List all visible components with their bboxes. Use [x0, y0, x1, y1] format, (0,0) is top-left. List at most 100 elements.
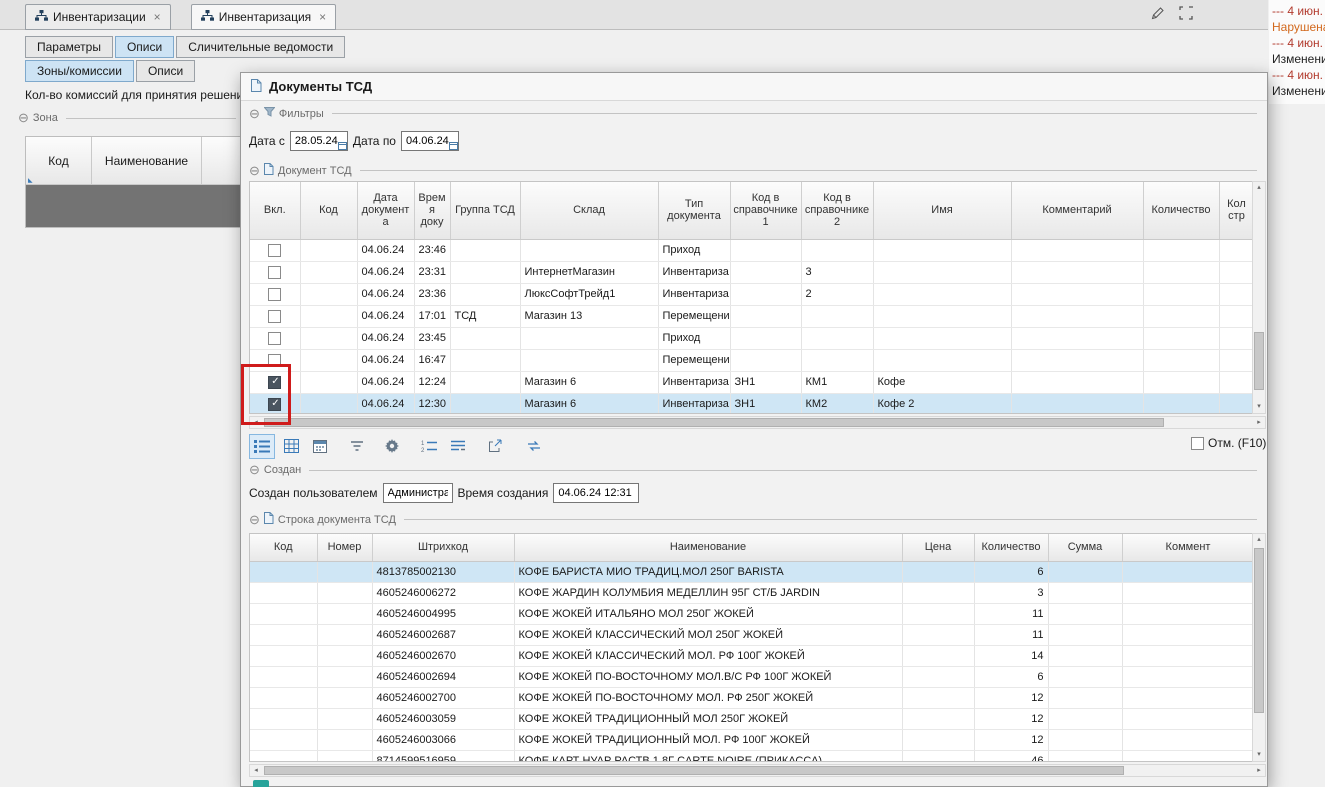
cell-qty: 12 [974, 708, 1048, 729]
doc-row[interactable]: 04.06.24 23:46 Приход [250, 239, 1253, 261]
doc-row[interactable]: 04.06.24 17:01 ТСД Магазин 13 Перемещени [250, 305, 1253, 327]
doc-row[interactable]: 04.06.24 12:24 Магазин 6 Инвентариза ЗН1… [250, 371, 1253, 393]
calendar-button[interactable] [307, 434, 333, 459]
doc-column-header[interactable]: Вкл. [250, 182, 300, 239]
line-row[interactable]: 4605246002670 КОФЕ ЖОКЕЙ КЛАССИЧЕСКИЙ МО… [250, 645, 1253, 666]
scroll-up-icon[interactable]: ▴ [1253, 182, 1265, 194]
doc-column-header[interactable]: Имя [873, 182, 1011, 239]
row-include-checkbox[interactable] [268, 332, 281, 345]
maximize-icon[interactable] [1179, 6, 1193, 24]
settings-gear-button[interactable] [379, 434, 405, 459]
cell-comment [1011, 283, 1143, 305]
row-include-checkbox[interactable] [268, 310, 281, 323]
list-filter-button[interactable] [445, 434, 471, 459]
lines-column-header[interactable]: Сумма [1048, 534, 1122, 561]
nav-tab[interactable]: Зоны/комиссии [25, 60, 134, 82]
scroll-left-icon[interactable]: ◂ [250, 765, 262, 776]
doc-column-header[interactable]: Код [300, 182, 357, 239]
nav-tab[interactable]: Описи [115, 36, 174, 58]
zone-column-header[interactable]: Код [26, 137, 92, 185]
scroll-down-icon[interactable]: ▾ [1253, 401, 1265, 413]
row-include-checkbox[interactable] [268, 288, 281, 301]
scroll-right-icon[interactable]: ▸ [1253, 417, 1265, 428]
scroll-right-icon[interactable]: ▸ [1253, 765, 1265, 776]
collapse-icon[interactable]: ⊖ [249, 165, 260, 177]
scroll-down-icon[interactable]: ▾ [1253, 749, 1265, 761]
lines-column-header[interactable]: Номер [317, 534, 372, 561]
tab-close-icon[interactable]: × [154, 10, 161, 24]
collapse-icon[interactable]: ⊖ [249, 514, 260, 526]
scroll-up-icon[interactable]: ▴ [1253, 534, 1265, 546]
cell-doc-type: Инвентариза [658, 371, 730, 393]
calendar-picker-icon[interactable] [338, 141, 347, 150]
scrollbar-thumb[interactable] [1254, 332, 1264, 390]
doc-column-header[interactable]: Дата документа [357, 182, 414, 239]
doc-row[interactable]: 04.06.24 12:30 Магазин 6 Инвентариза ЗН1… [250, 393, 1253, 414]
doc-table-vscrollbar[interactable]: ▴ ▾ [1252, 181, 1266, 414]
nav-tab[interactable]: Сличительные ведомости [176, 36, 345, 58]
line-row[interactable]: 4605246003066 КОФЕ ЖОКЕЙ ТРАДИЦИОННЫЙ МО… [250, 729, 1253, 750]
zone-table: Код Наименование [25, 136, 241, 228]
doc-column-header[interactable]: Кол стр [1219, 182, 1253, 239]
row-include-checkbox[interactable] [268, 266, 281, 279]
lines-column-header[interactable]: Цена [902, 534, 974, 561]
doc-column-header[interactable]: Код в справочнике 1 [730, 182, 801, 239]
scrollbar-thumb[interactable] [264, 418, 1164, 427]
refresh-button[interactable] [521, 434, 547, 459]
doc-column-header[interactable]: Склад [520, 182, 658, 239]
mark-f10-checkbox[interactable] [1191, 437, 1204, 450]
cell-code [250, 624, 317, 645]
nav-tab[interactable]: Параметры [25, 36, 113, 58]
collapse-icon[interactable]: ⊖ [18, 112, 29, 124]
line-row[interactable]: 4605246002694 КОФЕ ЖОКЕЙ ПО-ВОСТОЧНОМУ М… [250, 666, 1253, 687]
zone-column-header[interactable]: Наименование [92, 137, 202, 185]
lines-table-hscrollbar[interactable]: ◂ ▸ [249, 764, 1266, 777]
line-row[interactable]: 4605246003059 КОФЕ ЖОКЕЙ ТРАДИЦИОННЫЙ МО… [250, 708, 1253, 729]
doc-column-header[interactable]: Группа ТСД [450, 182, 520, 239]
line-row[interactable]: 4605246006272 КОФЕ ЖАРДИН КОЛУМБИЯ МЕДЕЛ… [250, 582, 1253, 603]
doc-table-hscrollbar[interactable]: ◂ ▸ [249, 416, 1266, 429]
window-tab[interactable]: Инвентаризации × [25, 4, 171, 30]
doc-column-header[interactable]: Время доку [414, 182, 450, 239]
scrollbar-thumb[interactable] [264, 766, 1124, 775]
collapse-icon[interactable]: ⊖ [249, 108, 260, 120]
lines-column-header[interactable]: Наименование [514, 534, 902, 561]
doc-column-header[interactable]: Код в справочнике 2 [801, 182, 873, 239]
lines-column-header[interactable]: Штрихкод [372, 534, 514, 561]
doc-row[interactable]: 04.06.24 23:31 ИнтернетМагазин Инвентари… [250, 261, 1253, 283]
doc-column-header[interactable]: Количество [1143, 182, 1219, 239]
lines-column-header[interactable]: Коммент [1122, 534, 1253, 561]
line-row[interactable]: 4605246002687 КОФЕ ЖОКЕЙ КЛАССИЧЕСКИЙ МО… [250, 624, 1253, 645]
collapse-icon[interactable]: ⊖ [249, 464, 260, 476]
cell-barcode: 4605246006272 [372, 582, 514, 603]
lines-column-header[interactable]: Количество [974, 534, 1048, 561]
open-external-button[interactable] [482, 434, 508, 459]
doc-row[interactable]: 04.06.24 23:36 ЛюксСофтТрейд1 Инвентариз… [250, 283, 1253, 305]
lines-table-vscrollbar[interactable]: ▴ ▾ [1252, 533, 1266, 762]
calendar-picker-icon[interactable] [449, 141, 458, 150]
row-include-checkbox[interactable] [268, 244, 281, 257]
lines-column-header[interactable]: Код [250, 534, 317, 561]
created-by-input[interactable] [383, 483, 453, 503]
line-row[interactable]: 4605246004995 КОФЕ ЖОКЕЙ ИТАЛЬЯНО МОЛ 25… [250, 603, 1253, 624]
doc-row[interactable]: 04.06.24 16:47 Перемещени [250, 349, 1253, 371]
doc-column-header[interactable]: Тип документа [658, 182, 730, 239]
tab-close-icon[interactable]: × [319, 10, 326, 24]
scrollbar-thumb[interactable] [1254, 548, 1264, 713]
filter-lines-button[interactable] [344, 434, 370, 459]
cell-sum [1048, 729, 1122, 750]
created-time-input[interactable] [553, 483, 639, 503]
window-tab[interactable]: Инвентаризация × [191, 4, 336, 30]
line-row[interactable]: 8714599516959 КОФЕ КАРТ НУАР РАСТВ 1,8Г … [250, 750, 1253, 762]
numbered-list-button[interactable]: 12 [416, 434, 442, 459]
line-row[interactable]: 4813785002130 КОФЕ БАРИСТА МИО ТРАДИЦ.МО… [250, 561, 1253, 582]
cell-name: КОФЕ ЖОКЕЙ КЛАССИЧЕСКИЙ МОЛ 250Г ЖОКЕЙ [514, 624, 902, 645]
doc-column-header[interactable]: Комментарий [1011, 182, 1143, 239]
edit-pencil-icon[interactable] [1150, 6, 1165, 24]
view-grid-button[interactable] [278, 434, 304, 459]
doc-row[interactable]: 04.06.24 23:45 Приход [250, 327, 1253, 349]
line-row[interactable]: 4605246002700 КОФЕ ЖОКЕЙ ПО-ВОСТОЧНОМУ М… [250, 687, 1253, 708]
nav-tab[interactable]: Описи [136, 60, 195, 82]
view-details-button[interactable] [249, 434, 275, 459]
cell-barcode: 4605246002694 [372, 666, 514, 687]
